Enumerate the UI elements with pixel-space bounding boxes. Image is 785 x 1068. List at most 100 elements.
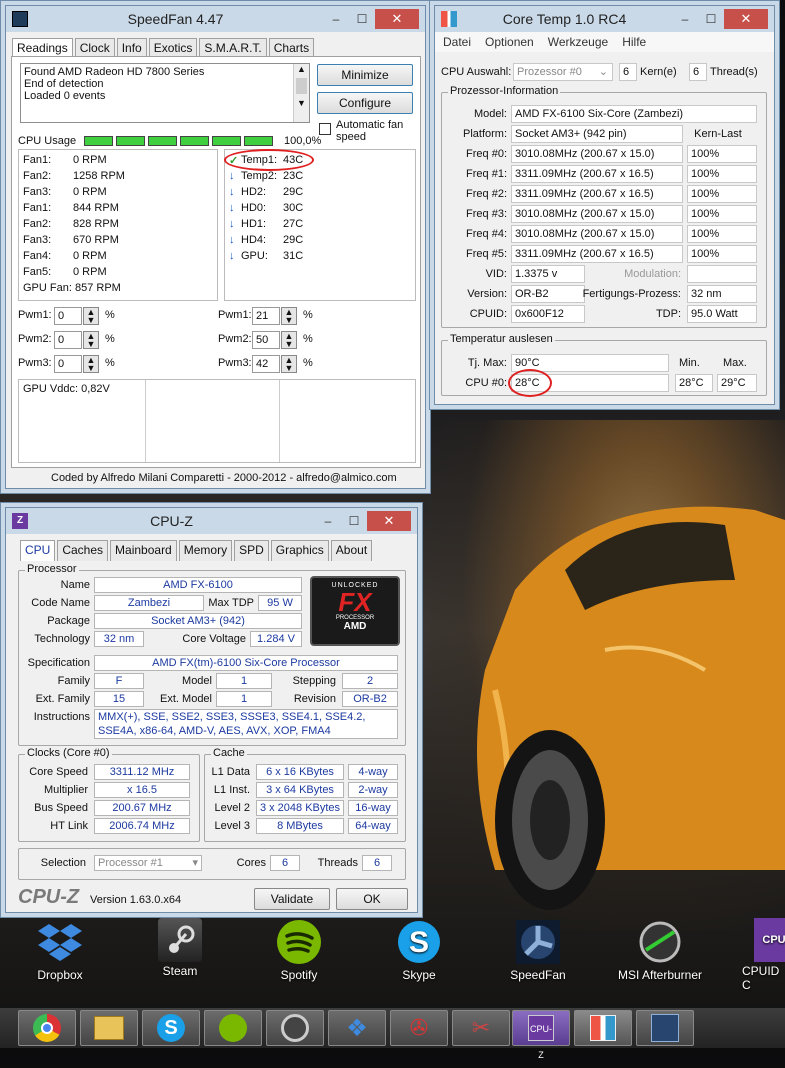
temp-value: 31C (283, 250, 304, 262)
busspeed-label: Bus Speed (34, 802, 88, 814)
pwm3-spinner[interactable]: ▲ ▼ (83, 355, 99, 373)
taskbar-spotify[interactable] (204, 1010, 262, 1046)
close-icon[interactable]: ✕ (375, 9, 419, 29)
menu-optionen[interactable]: Optionen (485, 35, 534, 49)
cpu-select-label: CPU Auswahl: (441, 66, 512, 78)
taskbar-steam[interactable] (266, 1010, 324, 1046)
cpuz-tabs: CPU Caches Mainboard Memory SPD Graphics… (6, 534, 417, 561)
min-header: Min. (679, 357, 700, 369)
core-load-value: 100% (687, 245, 757, 263)
cache-level-label: Level 3 (214, 820, 250, 832)
fan-label: Fan1: (23, 202, 52, 214)
coretemp-titlebar[interactable]: Core Temp 1.0 RC4 – ☐ ✕ (435, 6, 774, 32)
afterburner-icon (636, 918, 684, 966)
taskbar-app[interactable]: ✇ (390, 1010, 448, 1046)
chrome-icon (33, 1014, 61, 1042)
desktop-icon-label: CPUID C (742, 964, 780, 992)
maximize-icon[interactable]: ☐ (698, 9, 724, 29)
log-line: Found AMD Radeon HD 7800 Series (24, 66, 205, 78)
taskbar-tool[interactable]: ✂ (452, 1010, 510, 1046)
package-value: Socket AM3+ (942) (94, 613, 302, 629)
log-line: End of detection (24, 78, 104, 90)
tab-mainboard[interactable]: Mainboard (110, 540, 177, 561)
desktop-icon-label: SpeedFan (510, 968, 566, 982)
arrow-down-icon: ↓ (229, 218, 235, 230)
desktop-icon-spotify[interactable]: Spotify (249, 918, 349, 982)
pwm2-spinner[interactable]: ▲ ▼ (83, 331, 99, 349)
version-value: OR-B2 (511, 285, 585, 303)
tab-graphics[interactable]: Graphics (270, 540, 329, 561)
pct-sign: % (303, 309, 313, 321)
close-icon[interactable]: ✕ (367, 511, 411, 531)
tab-about[interactable]: About (330, 540, 373, 561)
car-wallpaper-image (477, 506, 785, 910)
log-scrollbar[interactable]: ▲ ▼ (293, 64, 309, 122)
name-label: Name (60, 579, 90, 591)
speedfan-titlebar[interactable]: SpeedFan 4.47 – ☐ ✕ (6, 6, 425, 32)
pwm1-spinner[interactable]: ▲ ▼ (281, 307, 297, 325)
cpu-select-dropdown[interactable]: Prozessor #0 ⌄ (513, 63, 613, 81)
minimize-button[interactable]: Minimize (317, 64, 413, 86)
menu-werkzeuge[interactable]: Werkzeuge (548, 35, 608, 49)
tab-memory[interactable]: Memory (178, 540, 233, 561)
minimize-icon[interactable]: – (315, 511, 341, 531)
pwm1-spinner[interactable]: ▲ ▼ (83, 307, 99, 325)
pwm3-spinner[interactable]: ▲ ▼ (281, 355, 297, 373)
pwm3-input[interactable]: 0 (54, 355, 82, 373)
pwm1-input[interactable]: 21 (252, 307, 280, 325)
stepping-label: Stepping (292, 675, 336, 687)
temp-value: 27C (283, 218, 304, 230)
desktop-icon-dropbox[interactable]: Dropbox (10, 918, 110, 982)
tab-caches[interactable]: Caches (57, 540, 109, 561)
selection-dropdown[interactable]: Processor #1 ▾ (94, 855, 202, 871)
maximize-icon[interactable]: ☐ (341, 511, 367, 531)
pwm2-input[interactable]: 0 (54, 331, 82, 349)
close-icon[interactable]: ✕ (724, 9, 768, 29)
cpuid-value: 0x600F12 (511, 305, 585, 323)
desktop-icon-steam[interactable]: Steam (130, 918, 230, 978)
core-load-value: 100% (687, 205, 757, 223)
taskbar-explorer[interactable] (80, 1010, 138, 1046)
arrow-down-icon: ↓ (229, 202, 235, 214)
desktop-icon-skype[interactable]: S Skype (369, 918, 469, 982)
temp1-highlight-circle (224, 149, 314, 171)
pwm3-input[interactable]: 42 (252, 355, 280, 373)
taskbar-cpuz[interactable]: CPU-Z (512, 1010, 570, 1060)
desktop-icon-label: Skype (402, 968, 436, 982)
taskbar-chrome[interactable] (18, 1010, 76, 1046)
minimize-icon[interactable]: – (672, 9, 698, 29)
revision-value: OR-B2 (342, 691, 398, 707)
temp-value: 29C (283, 186, 304, 198)
ok-button[interactable]: OK (336, 888, 408, 910)
cpuz-window: Z CPU-Z – ☐ ✕ CPU Caches Mainboard Memor… (5, 507, 418, 913)
configure-button[interactable]: Configure (317, 92, 413, 114)
tab-spd[interactable]: SPD (234, 540, 269, 561)
desktop-icon-cpuid[interactable]: CPU CPUID C (716, 918, 785, 992)
cache-size-value: 8 MBytes (256, 818, 344, 834)
pwm2-input[interactable]: 50 (252, 331, 280, 349)
core-load-value: 100% (687, 225, 757, 243)
validate-button[interactable]: Validate (254, 888, 330, 910)
cache-group-title: Cache (211, 747, 247, 759)
fan-label: Fan3: (23, 186, 52, 198)
taskbar-skype[interactable]: S (142, 1010, 200, 1046)
menu-hilfe[interactable]: Hilfe (622, 35, 646, 49)
desktop-icon-speedfan[interactable]: SpeedFan (488, 918, 588, 982)
taskbar-dropbox[interactable]: ❖ (328, 1010, 386, 1046)
maximize-icon[interactable]: ☐ (349, 9, 375, 29)
freq-value: 3010.08MHz (200.67 x 15.0) (511, 145, 683, 163)
autofan-checkbox[interactable] (319, 123, 331, 135)
cpu-select-value: Prozessor #0 (517, 66, 582, 78)
skype-icon: S (157, 1014, 185, 1042)
taskbar-speedfan[interactable] (636, 1010, 694, 1046)
cpuz-titlebar[interactable]: Z CPU-Z – ☐ ✕ (6, 508, 417, 534)
pwm2-spinner[interactable]: ▲ ▼ (281, 331, 297, 349)
pwm1-input[interactable]: 0 (54, 307, 82, 325)
minimize-icon[interactable]: – (323, 9, 349, 29)
desktop-icon-msi-afterburner[interactable]: MSI Afterburner (610, 918, 710, 982)
tab-cpu[interactable]: CPU (20, 540, 56, 561)
event-log[interactable]: Found AMD Radeon HD 7800 Series End of d… (20, 63, 310, 123)
taskbar-coretemp[interactable] (574, 1010, 632, 1046)
menu-datei[interactable]: Datei (443, 35, 471, 49)
steam-icon (158, 918, 202, 962)
